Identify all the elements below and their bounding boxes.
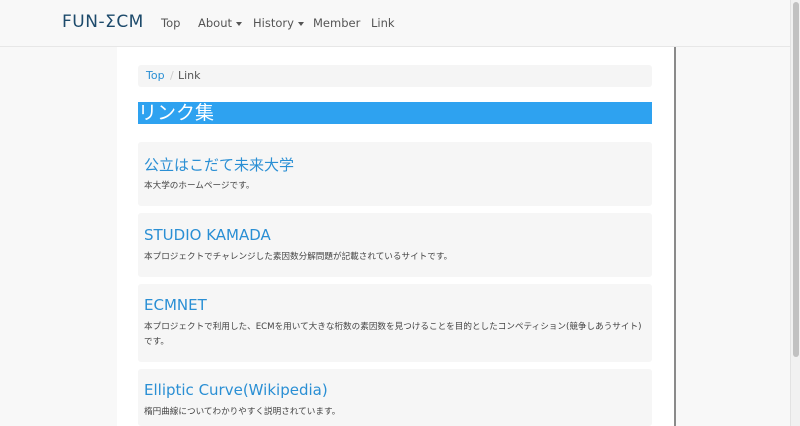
breadcrumb-home-link[interactable]: Top (146, 65, 165, 87)
breadcrumb-current: Link (178, 69, 201, 82)
link-description: 楕円曲線についてわかりやすく説明されています。 (144, 407, 341, 417)
nav-item-label: Top (161, 16, 181, 30)
nav-item-label: History (253, 16, 294, 30)
nav-item-history[interactable]: History (253, 16, 304, 30)
caret-down-icon (297, 21, 304, 26)
nav-item-link[interactable]: Link (371, 16, 395, 30)
nav-item-label: Member (313, 16, 361, 30)
vertical-scrollbar[interactable] (790, 0, 800, 426)
link-title[interactable]: 公立はこだて未来大学 (144, 154, 294, 175)
brand-logo[interactable]: FUN-ΣCM (62, 12, 144, 32)
link-card: 公立はこだて未来大学 本大学のホームページです。 (138, 142, 652, 206)
caret-down-icon (236, 21, 243, 26)
nav-item-label: Link (371, 16, 395, 30)
link-title[interactable]: Elliptic Curve(Wikipedia) (144, 381, 328, 399)
main-content: Top / Link リンク集 公立はこだて未来大学 本大学のホームページです。… (117, 47, 676, 426)
page-title: リンク集 (138, 102, 652, 124)
top-navbar: FUN-ΣCM Top About History Member Link (0, 0, 790, 47)
link-title[interactable]: ECMNET (144, 296, 207, 314)
link-description: 本プロジェクトでチャレンジした素因数分解問題が記載されているサイトです。 (144, 252, 453, 262)
link-description: 本プロジェクトで利用した、ECMを用いて大きな桁数の素因数を見つけることを目的と… (144, 322, 642, 347)
nav-item-top[interactable]: Top (161, 16, 180, 30)
breadcrumb-separator: / (170, 69, 174, 82)
link-card: Elliptic Curve(Wikipedia) 楕円曲線についてわかりやすく… (138, 369, 652, 426)
breadcrumb: Top / Link (138, 65, 652, 87)
page: FUN-ΣCM Top About History Member Link To… (0, 0, 800, 426)
nav-item-member[interactable]: Member (313, 16, 360, 30)
nav-item-label: About (198, 16, 233, 30)
link-card: ECMNET 本プロジェクトで利用した、ECMを用いて大きな桁数の素因数を見つけ… (138, 284, 652, 362)
scrollbar-thumb[interactable] (793, 2, 799, 357)
link-description: 本大学のホームページです。 (144, 181, 255, 191)
link-card: STUDIO KAMADA 本プロジェクトでチャレンジした素因数分解問題が記載さ… (138, 213, 652, 277)
nav-item-about[interactable]: About (198, 16, 243, 30)
link-title[interactable]: STUDIO KAMADA (144, 226, 271, 244)
